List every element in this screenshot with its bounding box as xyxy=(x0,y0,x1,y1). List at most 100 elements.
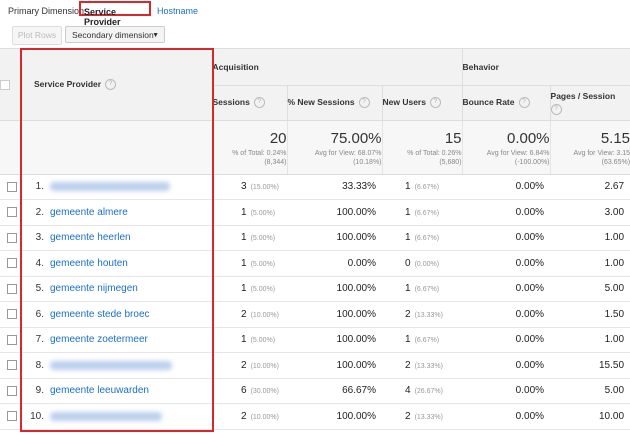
total-pages-session: 5.15 Avg for View: 3.15 (63.65%) xyxy=(549,120,630,175)
help-icon[interactable]: ? xyxy=(550,103,562,115)
row-checkbox[interactable] xyxy=(7,283,17,294)
pages-session-value: 1.00 xyxy=(604,334,625,346)
service-provider-cell: 10. xyxy=(22,403,212,430)
primary-dimension-hostname-link[interactable]: Hostname xyxy=(157,6,198,16)
bounce-rate-cell: 0.00% xyxy=(462,403,551,430)
column-header-pages-session[interactable]: Pages / Session? xyxy=(549,85,630,121)
column-header-sessions[interactable]: Sessions? xyxy=(211,85,287,121)
service-provider-cell: 9. gemeente leeuwarden xyxy=(22,378,212,404)
help-icon[interactable]: ? xyxy=(358,97,370,109)
primary-dimension-label: Primary Dimension: xyxy=(8,6,87,16)
row-checkbox[interactable] xyxy=(7,411,17,422)
new-users-value: 2 xyxy=(405,359,411,371)
sessions-percent: (5.00%) xyxy=(250,286,276,294)
sessions-cell: 1 (5.00%) xyxy=(212,327,287,353)
select-all-cell[interactable] xyxy=(0,49,22,121)
row-checkbox[interactable] xyxy=(7,360,17,371)
bounce-rate-cell: 0.00% xyxy=(462,250,551,277)
help-icon[interactable]: ? xyxy=(429,97,441,109)
row-checkbox[interactable] xyxy=(7,334,17,345)
sessions-value: 2 xyxy=(241,410,247,422)
row-checkbox-cell[interactable] xyxy=(0,327,22,353)
pages-session-value: 10.00 xyxy=(599,410,625,422)
new-sessions-cell: 100.00% xyxy=(287,352,382,379)
row-checkbox-cell[interactable] xyxy=(0,199,22,226)
row-checkbox[interactable] xyxy=(7,309,17,320)
row-checkbox-cell[interactable] xyxy=(0,403,22,430)
bounce-rate-cell: 0.00% xyxy=(462,276,551,302)
row-checkbox-cell[interactable] xyxy=(0,301,22,328)
new-users-percent: (26.67%) xyxy=(414,388,443,396)
row-checkbox[interactable] xyxy=(7,385,17,396)
row-checkbox-cell[interactable] xyxy=(0,276,22,302)
help-icon[interactable]: ? xyxy=(105,78,117,90)
new-users-value: 2 xyxy=(405,308,411,320)
new-users-value: 4 xyxy=(405,385,411,397)
service-provider-cell: 7. gemeente zoetermeer xyxy=(22,327,212,353)
sessions-percent: (15.00%) xyxy=(250,184,279,192)
total-bounce-rate: 0.00% Avg for View: 6.84% (-100.00%) xyxy=(461,120,551,175)
bounce-rate-cell: 0.00% xyxy=(462,378,551,404)
bounce-rate-cell: 0.00% xyxy=(462,174,551,200)
bounce-rate-value: 0.00% xyxy=(515,334,545,346)
sessions-percent: (30.00%) xyxy=(250,388,279,396)
sessions-cell: 2 (10.00%) xyxy=(212,352,287,379)
service-provider-link[interactable]: gemeente stede broec xyxy=(50,309,150,320)
row-checkbox-cell[interactable] xyxy=(0,225,22,251)
row-checkbox[interactable] xyxy=(7,181,17,192)
pages-session-cell: 3.00 xyxy=(550,199,630,226)
select-all-checkbox[interactable] xyxy=(0,79,10,90)
service-provider-link[interactable]: gemeente heerlen xyxy=(50,232,131,243)
sessions-percent: (10.00%) xyxy=(250,311,279,319)
row-checkbox-cell[interactable] xyxy=(0,352,22,379)
column-header-new-sessions[interactable]: % New Sessions? xyxy=(286,85,382,121)
new-users-percent: (6.67%) xyxy=(414,337,440,345)
service-provider-link[interactable]: gemeente houten xyxy=(50,258,128,269)
service-provider-link[interactable]: gemeente almere xyxy=(50,207,128,218)
sessions-value: 2 xyxy=(241,359,247,371)
row-index: 8. xyxy=(35,359,44,371)
table-row: 2. gemeente almere 1 (5.00%) 100.00% 1 (6.67%)… xyxy=(0,199,630,226)
service-provider-link[interactable]: gemeente zoetermeer xyxy=(50,334,148,345)
pages-session-cell: 1.00 xyxy=(550,225,630,251)
help-icon[interactable]: ? xyxy=(253,97,265,109)
new-sessions-value: 0.00% xyxy=(347,257,376,269)
row-checkbox[interactable] xyxy=(7,207,17,218)
row-checkbox[interactable] xyxy=(7,258,17,269)
plot-rows-button[interactable]: Plot Rows xyxy=(12,26,62,45)
bounce-rate-value: 0.00% xyxy=(515,181,545,193)
column-header-bounce-rate[interactable]: Bounce Rate? xyxy=(461,85,551,121)
help-icon[interactable]: ? xyxy=(518,97,530,109)
caret-down-icon: ▼ xyxy=(152,32,159,39)
service-provider-cell: 1. xyxy=(22,174,212,200)
totals-row: 20 % of Total: 0.24% (8,344) 75.00% Avg … xyxy=(0,120,630,175)
sessions-cell: 2 (10.00%) xyxy=(212,403,287,430)
pages-session-cell: 5.00 xyxy=(550,276,630,302)
row-checkbox-cell[interactable] xyxy=(0,250,22,277)
service-provider-link[interactable]: gemeente leeuwarden xyxy=(50,385,149,396)
bounce-rate-value: 0.00% xyxy=(515,206,545,218)
new-users-cell: 2 (13.33%) xyxy=(382,301,463,328)
secondary-dimension-dropdown[interactable]: Secondary dimension ▼ xyxy=(65,26,165,43)
new-sessions-cell: 0.00% xyxy=(287,250,382,277)
row-checkbox-cell[interactable] xyxy=(0,174,22,200)
new-sessions-cell: 100.00% xyxy=(287,276,382,302)
primary-dimension-service-provider[interactable]: Service Provider xyxy=(79,1,151,27)
row-checkbox-cell[interactable] xyxy=(0,378,22,404)
service-provider-link[interactable]: gemeente nijmegen xyxy=(50,283,138,294)
sessions-cell: 1 (5.00%) xyxy=(212,199,287,226)
pages-session-value: 5.00 xyxy=(604,283,625,295)
new-sessions-value: 66.67% xyxy=(342,385,376,397)
row-index: 10. xyxy=(30,410,44,422)
service-provider-cell: 8. xyxy=(22,352,212,379)
pages-session-value: 3.00 xyxy=(604,206,625,218)
sessions-value: 3 xyxy=(241,181,247,193)
column-header-new-users[interactable]: New Users? xyxy=(381,85,463,121)
new-users-percent: (0.00%) xyxy=(414,260,440,268)
pages-session-cell: 15.50 xyxy=(550,352,630,379)
new-users-cell: 1 (6.67%) xyxy=(382,225,463,251)
row-checkbox[interactable] xyxy=(7,232,17,243)
sessions-cell: 2 (10.00%) xyxy=(212,301,287,328)
new-sessions-cell: 66.67% xyxy=(287,378,382,404)
column-header-service-provider[interactable]: Service Provider? xyxy=(22,49,212,121)
